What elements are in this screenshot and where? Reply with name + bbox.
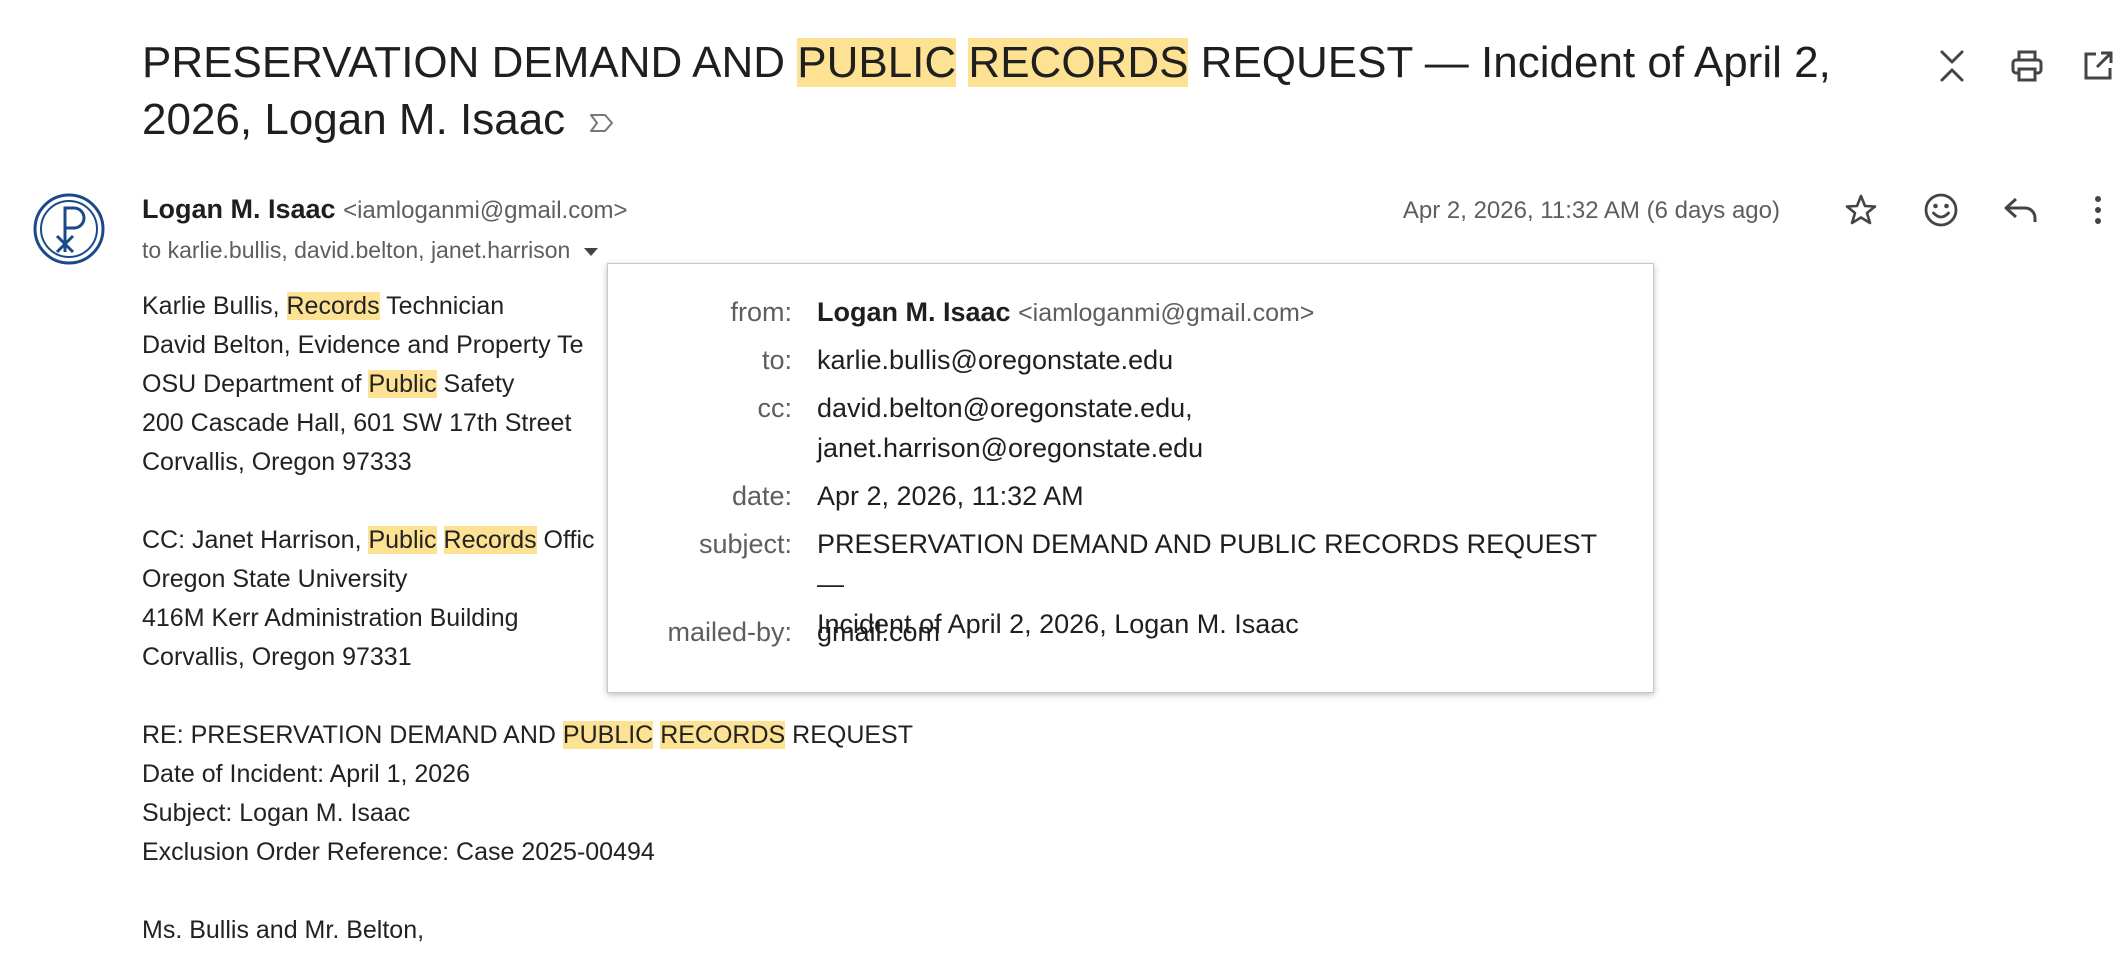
body-text: OSU Department of <box>142 370 369 398</box>
emoji-icon[interactable] <box>1921 190 1961 230</box>
body-text: 416M Kerr Administration Building <box>142 604 519 632</box>
body-line: RE: PRESERVATION DEMAND AND PUBLIC RECOR… <box>142 716 913 755</box>
details-date-value: Apr 2, 2026, 11:32 AM <box>817 481 1084 511</box>
details-label: date: <box>731 481 792 511</box>
body-text: David Belton, Evidence and Property Te <box>142 331 584 359</box>
avatar[interactable] <box>32 192 106 266</box>
body-line: Exclusion Order Reference: Case 2025-004… <box>142 833 913 872</box>
subject-text <box>956 38 968 87</box>
details-value: Logan M. Isaac <iamloganmi@gmail.com> <box>817 292 1617 333</box>
body-text: REQUEST <box>785 721 913 749</box>
details-from-email: <iamloganmi@gmail.com> <box>1018 299 1315 327</box>
details-cc-line: david.belton@oregonstate.edu, <box>817 393 1193 423</box>
body-line: Date of Incident: April 1, 2026 <box>142 755 913 794</box>
body-line: Ms. Bullis and Mr. Belton, <box>142 911 913 950</box>
search-highlight: RECORDS <box>660 721 786 749</box>
details-to-value: karlie.bullis@oregonstate.edu <box>817 345 1174 375</box>
reply-icon[interactable] <box>2001 190 2041 230</box>
search-highlight: PUBLIC <box>562 721 654 749</box>
search-highlight: Records <box>286 292 380 320</box>
search-highlight: Public <box>368 370 437 398</box>
body-text: Exclusion Order Reference: Case 2025-004… <box>142 838 655 866</box>
email-subject: PRESERVATION DEMAND AND PUBLIC RECORDS R… <box>142 34 1882 148</box>
body-text: Corvallis, Oregon 97333 <box>142 448 412 476</box>
message-details-popup: from: Logan M. Isaac <iamloganmi@gmail.c… <box>607 263 1654 693</box>
sender-email: <iamloganmi@gmail.com> <box>343 197 628 224</box>
body-text: Corvallis, Oregon 97331 <box>142 643 412 671</box>
details-cc-line: janet.harrison@oregonstate.edu <box>817 433 1204 463</box>
body-line: Subject: Logan M. Isaac <box>142 794 913 833</box>
body-text: RE: PRESERVATION DEMAND AND <box>142 721 563 749</box>
subject-highlight: PUBLIC <box>797 38 957 87</box>
star-icon[interactable] <box>1841 190 1881 230</box>
sender: Logan M. Isaac <iamloganmi@gmail.com> <box>142 192 628 228</box>
more-vert-icon[interactable] <box>2078 190 2118 230</box>
body-text: Subject: Logan M. Isaac <box>142 799 411 827</box>
details-label: subject: <box>698 529 792 559</box>
recipients-text: to karlie.bullis, david.belton, janet.ha… <box>142 237 571 263</box>
open-in-new-window-icon[interactable] <box>2078 46 2118 86</box>
sender-name[interactable]: Logan M. Isaac <box>142 194 336 224</box>
search-highlight: Records <box>443 526 537 554</box>
message-date: Apr 2, 2026, 11:32 AM (6 days ago) <box>1402 197 1780 224</box>
body-text: Date of Incident: April 1, 2026 <box>142 760 470 788</box>
body-text: Safety <box>436 370 515 398</box>
body-text: Karlie Bullis, <box>142 292 287 320</box>
subject-highlight: RECORDS <box>968 38 1189 87</box>
print-icon[interactable] <box>2007 46 2047 86</box>
details-mailed-by-value: gmail.com <box>817 617 941 647</box>
body-text: 200 Cascade Hall, 601 SW 17th Street <box>142 409 572 437</box>
show-details-caret-icon[interactable] <box>584 247 599 256</box>
details-from-name: Logan M. Isaac <box>817 297 1011 327</box>
details-label: to: <box>761 345 792 375</box>
details-label: cc: <box>757 393 792 423</box>
body-text <box>437 526 444 554</box>
collapse-all-icon[interactable] <box>1932 46 1972 86</box>
body-text: Technician <box>379 292 505 320</box>
recipients-summary[interactable]: to karlie.bullis, david.belton, janet.ha… <box>142 234 599 266</box>
details-cc-value: david.belton@oregonstate.edu, janet.harri… <box>817 388 1617 468</box>
details-subject-line: PRESERVATION DEMAND AND PUBLIC RECORDS R… <box>817 529 1597 599</box>
body-text: Ms. Bullis and Mr. Belton, <box>142 916 425 944</box>
body-text: Oregon State University <box>142 565 408 593</box>
details-label: mailed-by: <box>667 617 792 647</box>
body-text: Offic <box>536 526 595 554</box>
details-label: from: <box>730 297 792 327</box>
important-marker-icon[interactable] <box>589 90 615 147</box>
search-highlight: Public <box>368 526 437 554</box>
body-text: CC: Janet Harrison, <box>142 526 369 554</box>
subject-text: PRESERVATION DEMAND AND <box>142 38 798 87</box>
